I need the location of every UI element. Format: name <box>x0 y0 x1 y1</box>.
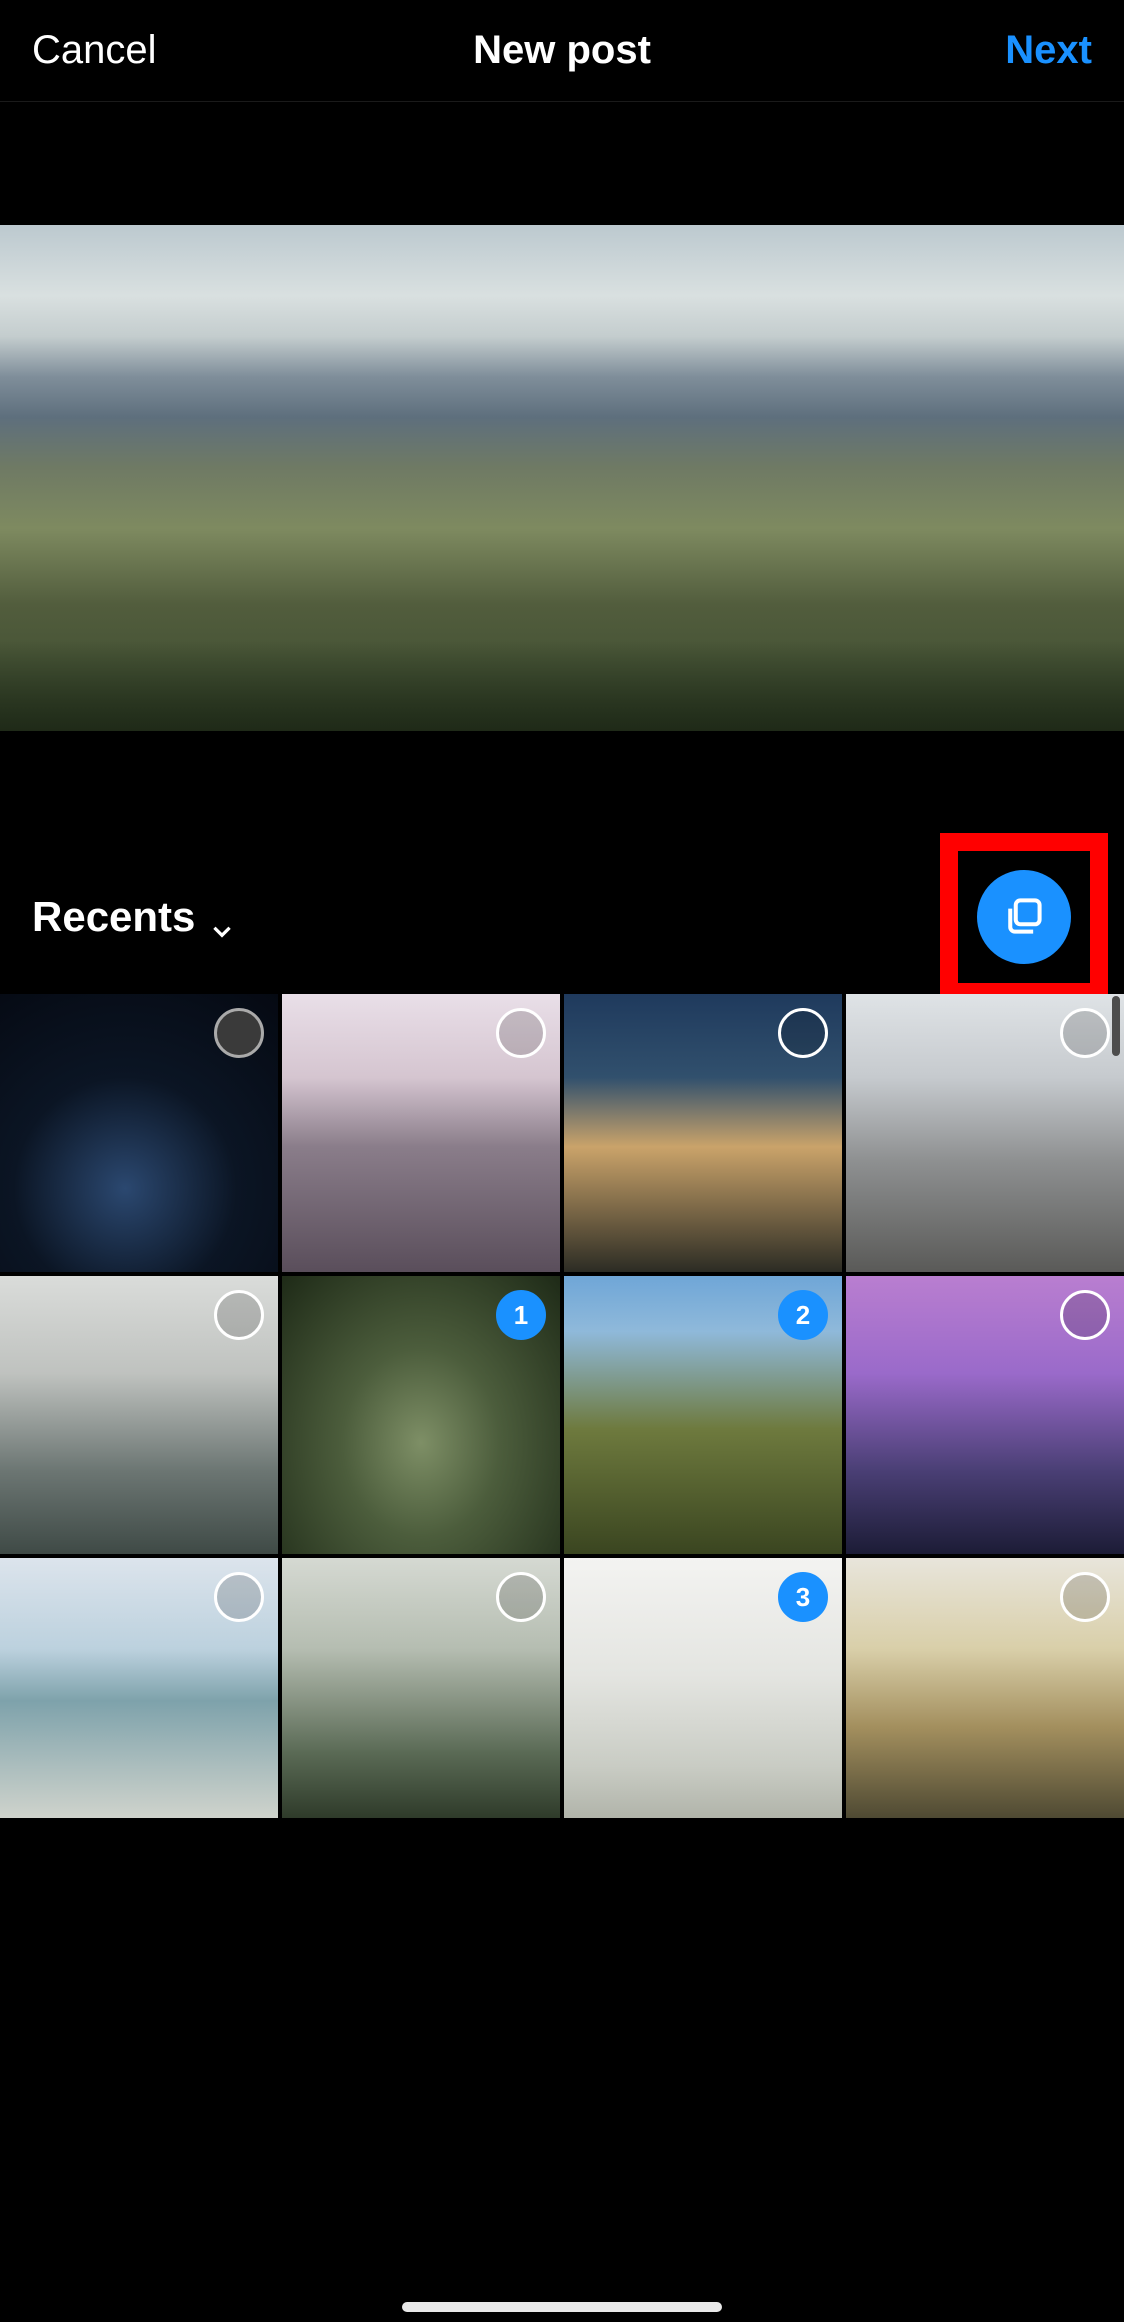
photo-grid: 1 2 3 <box>0 980 1124 1818</box>
stacked-squares-icon <box>1002 894 1046 941</box>
photo-thumbnail[interactable] <box>282 1558 560 1818</box>
chevron-down-icon <box>209 906 235 932</box>
photo-thumbnail[interactable]: 1 <box>282 1276 560 1554</box>
selection-badge[interactable] <box>214 1290 264 1340</box>
selection-badge[interactable] <box>214 1008 264 1058</box>
selection-badge[interactable] <box>1060 1572 1110 1622</box>
album-picker-row: Recents <box>0 854 1124 980</box>
selection-badge[interactable] <box>778 1008 828 1058</box>
next-button[interactable]: Next <box>1005 28 1092 73</box>
selection-badge[interactable] <box>214 1572 264 1622</box>
selection-badge[interactable] <box>1060 1290 1110 1340</box>
selection-badge[interactable]: 3 <box>778 1572 828 1622</box>
header-bar: Cancel New post Next <box>0 0 1124 102</box>
photo-thumbnail[interactable]: 2 <box>564 1276 842 1554</box>
photo-thumbnail[interactable] <box>0 1276 278 1554</box>
selection-badge[interactable]: 1 <box>496 1290 546 1340</box>
photo-thumbnail[interactable] <box>846 994 1124 1272</box>
photo-thumbnail[interactable] <box>564 994 842 1272</box>
photo-thumbnail[interactable] <box>846 1276 1124 1554</box>
preview-image <box>0 225 1124 731</box>
photo-thumbnail[interactable] <box>846 1558 1124 1818</box>
photo-thumbnail[interactable]: 3 <box>564 1558 842 1818</box>
photo-thumbnail[interactable] <box>0 1558 278 1818</box>
photo-thumbnail[interactable] <box>0 994 278 1272</box>
selection-badge[interactable] <box>1060 1008 1110 1058</box>
cancel-button[interactable]: Cancel <box>32 28 157 73</box>
selection-badge[interactable] <box>496 1572 546 1622</box>
home-indicator <box>402 2302 722 2312</box>
scroll-indicator <box>1112 996 1120 1056</box>
photo-thumbnail[interactable] <box>282 994 560 1272</box>
page-title: New post <box>473 28 651 72</box>
multi-select-button[interactable] <box>977 870 1071 964</box>
selection-badge[interactable] <box>496 1008 546 1058</box>
album-select-button[interactable]: Recents <box>32 893 235 941</box>
preview-area[interactable] <box>0 102 1124 854</box>
album-label: Recents <box>32 893 195 941</box>
annotation-highlight <box>940 833 1108 1001</box>
selection-badge[interactable]: 2 <box>778 1290 828 1340</box>
